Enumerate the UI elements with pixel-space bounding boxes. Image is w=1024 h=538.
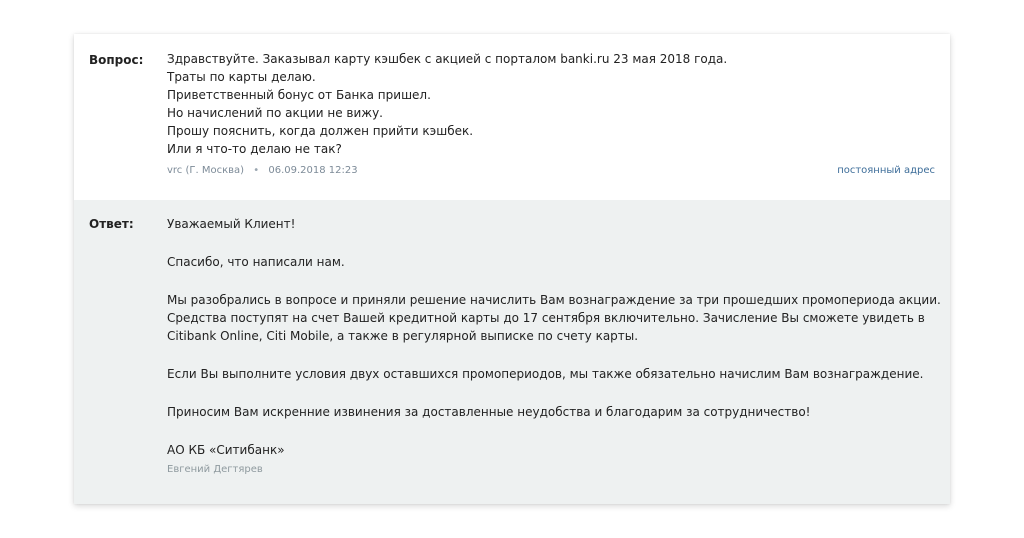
answer-paragraph: Спасибо, что написали нам. [167, 255, 345, 269]
question-section: Вопрос: Здравствуйте. Заказывал карту кэ… [74, 34, 950, 200]
answer-label: Ответ: [89, 217, 134, 231]
answer-paragraph: Мы разобрались в вопросе и приняли решен… [167, 293, 941, 343]
question-line: Здравствуйте. Заказывал карту кэшбек с а… [167, 52, 728, 66]
answer-author: Евгений Дегтярев [167, 464, 263, 475]
question-label: Вопрос: [89, 53, 144, 67]
question-line: Но начислений по акции не вижу. [167, 106, 383, 120]
answer-signature: АО КБ «Ситибанк» [167, 443, 285, 457]
answer-text: Уважаемый Клиент! Спасибо, что написали … [167, 215, 942, 479]
answer-section: Ответ: Уважаемый Клиент! Спасибо, что на… [74, 200, 950, 504]
question-line: Траты по карты делаю. [167, 70, 316, 84]
meta-separator: • [253, 165, 260, 176]
answer-paragraph: Уважаемый Клиент! [167, 217, 296, 231]
qa-card: Вопрос: Здравствуйте. Заказывал карту кэ… [74, 34, 950, 504]
question-line: Или я что-то делаю не так? [167, 142, 342, 156]
answer-paragraph: Если Вы выполните условия двух оставшихс… [167, 367, 924, 381]
question-author: vrc [167, 165, 183, 176]
question-text: Здравствуйте. Заказывал карту кэшбек с а… [167, 50, 942, 158]
answer-paragraph: Приносим Вам искренние извинения за дост… [167, 405, 811, 419]
permalink-link[interactable]: постоянный адрес [837, 165, 935, 176]
question-datetime: 06.09.2018 12:23 [268, 165, 358, 176]
question-meta: vrc (Г. Москва) • 06.09.2018 12:23 [167, 165, 358, 176]
question-city: (Г. Москва) [185, 165, 245, 176]
question-line: Прошу пояснить, когда должен прийти кэшб… [167, 124, 474, 138]
question-line: Приветственный бонус от Банка пришел. [167, 88, 431, 102]
